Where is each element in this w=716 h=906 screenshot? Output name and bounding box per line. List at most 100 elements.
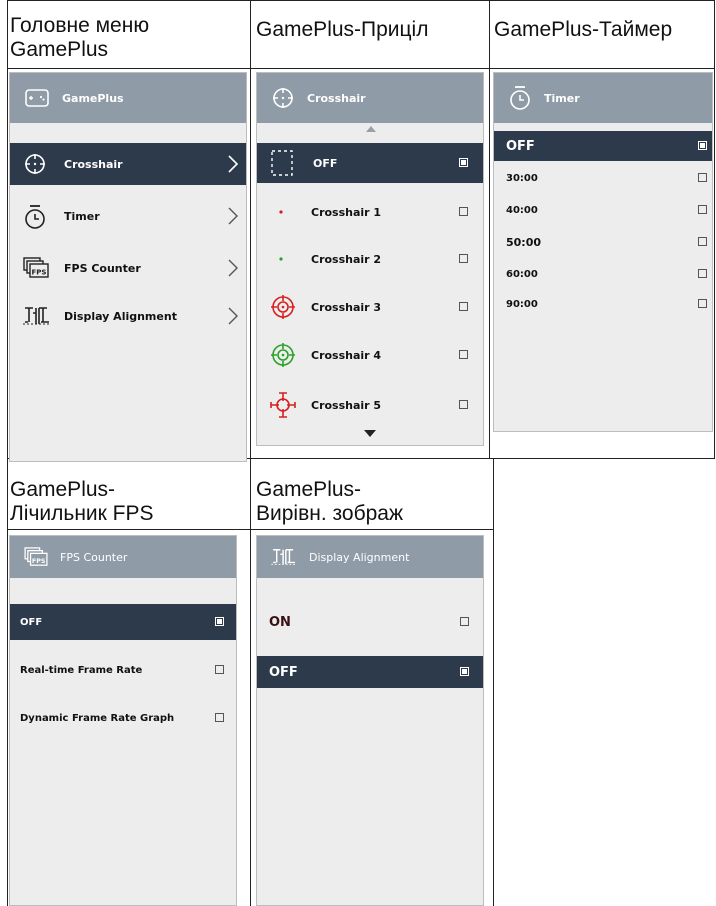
align-option-label: ON — [269, 614, 291, 630]
fps-menu-header: FPS FPS Counter — [10, 536, 236, 578]
checkbox-checked[interactable] — [698, 141, 707, 150]
checkbox[interactable] — [459, 254, 468, 263]
crosshair-option-3[interactable]: Crosshair 3 — [257, 287, 483, 327]
chevron-right-icon — [228, 155, 238, 173]
checkbox[interactable] — [698, 205, 707, 214]
checkbox[interactable] — [459, 302, 468, 311]
crosshair-3-target-icon — [270, 294, 296, 320]
timer-menu-title: Timer — [544, 91, 580, 105]
timer-option-30[interactable]: 30:00 — [494, 163, 712, 193]
caption-main-menu: Головне меню GamePlus — [10, 14, 150, 61]
main-menu-item-label: Crosshair — [64, 157, 123, 171]
gamepad-icon — [24, 87, 50, 109]
main-menu-item-crosshair[interactable]: Crosshair — [10, 143, 246, 185]
timer-option-label: 30:00 — [506, 172, 538, 184]
crosshair-menu-panel: Crosshair OFF Crosshair 1 Crosshair 2 Cr… — [256, 72, 484, 446]
crosshair-option-label: Crosshair 4 — [311, 348, 382, 362]
svg-text:FPS: FPS — [32, 558, 46, 565]
crosshair-option-label: Crosshair 3 — [311, 300, 382, 314]
checkbox[interactable] — [698, 269, 707, 278]
main-menu-item-label: FPS Counter — [64, 261, 141, 275]
table-border-col3 — [493, 459, 494, 906]
align-option-off[interactable]: OFF — [257, 656, 483, 688]
checkbox[interactable] — [698, 173, 707, 182]
main-menu-item-label: Timer — [64, 209, 100, 223]
main-menu-item-label: Display Alignment — [64, 309, 177, 323]
scroll-down-arrow-icon[interactable] — [364, 430, 376, 437]
dashed-square-icon — [271, 150, 293, 176]
checkbox[interactable] — [698, 237, 707, 246]
crosshair-icon — [271, 86, 295, 110]
timer-option-90[interactable]: 90:00 — [494, 289, 712, 319]
timer-option-60[interactable]: 60:00 — [494, 259, 712, 289]
caption-crosshair: GamePlus-Приціл — [256, 18, 429, 41]
caption-timer: GamePlus-Таймер — [494, 18, 673, 41]
timer-option-label: 40:00 — [506, 204, 538, 216]
fps-option-dynamic-graph[interactable]: Dynamic Frame Rate Graph — [10, 700, 236, 736]
alignment-icon — [23, 305, 51, 327]
timer-option-label: 50:00 — [506, 235, 542, 249]
fps-icon: FPS — [24, 547, 48, 567]
main-menu-item-timer[interactable]: Timer — [10, 195, 246, 237]
timer-option-label: 60:00 — [506, 268, 538, 280]
crosshair-option-5[interactable]: Crosshair 5 — [257, 385, 483, 425]
alignment-icon — [271, 547, 297, 567]
crosshair-option-2[interactable]: Crosshair 2 — [257, 239, 483, 279]
main-menu-panel: GamePlus Crosshair Timer FPS FPS Counter — [9, 72, 247, 462]
fps-option-off[interactable]: OFF — [10, 604, 236, 640]
crosshair-5-sight-icon — [269, 391, 297, 419]
checkbox[interactable] — [459, 207, 468, 216]
crosshair-option-off[interactable]: OFF — [257, 143, 483, 183]
timer-menu-header: Timer — [494, 73, 712, 123]
crosshair-2-dot-icon — [279, 257, 283, 261]
crosshair-option-1[interactable]: Crosshair 1 — [257, 192, 483, 232]
crosshair-option-label: Crosshair 2 — [311, 252, 382, 266]
align-menu-header: Display Alignment — [257, 536, 483, 578]
table-border-top — [7, 0, 715, 1]
timer-icon — [508, 85, 532, 111]
table-border-col1 — [250, 0, 251, 906]
table-border-caption1 — [7, 68, 715, 69]
caption-display-alignment: GamePlus- Вирівн. зображ — [256, 478, 404, 525]
checkbox[interactable] — [215, 713, 224, 722]
align-option-label: OFF — [269, 664, 298, 680]
chevron-right-icon — [228, 307, 238, 325]
timer-option-40[interactable]: 40:00 — [494, 195, 712, 225]
checkbox-checked[interactable] — [459, 158, 468, 167]
main-menu-item-fps-counter[interactable]: FPS FPS Counter — [10, 247, 246, 289]
crosshair-menu-header: Crosshair — [257, 73, 483, 123]
table-border-left — [7, 0, 8, 906]
checkbox[interactable] — [698, 299, 707, 308]
crosshair-menu-title: Crosshair — [307, 91, 366, 105]
checkbox[interactable] — [215, 665, 224, 674]
chevron-right-icon — [228, 259, 238, 277]
checkbox-checked[interactable] — [460, 667, 469, 676]
timer-icon — [23, 204, 47, 230]
timer-option-label: OFF — [506, 138, 535, 154]
main-menu-title: GamePlus — [62, 91, 124, 105]
fps-icon: FPS — [23, 257, 49, 279]
crosshair-icon — [23, 152, 47, 176]
crosshair-option-4[interactable]: Crosshair 4 — [257, 335, 483, 375]
fps-option-realtime[interactable]: Real-time Frame Rate — [10, 652, 236, 688]
align-option-on[interactable]: ON — [257, 604, 483, 640]
crosshair-option-label: Crosshair 1 — [311, 205, 382, 219]
caption-fps-counter: GamePlus- Лічильник FPS — [10, 478, 154, 525]
fps-menu-panel: FPS FPS Counter OFF Real-time Frame Rate… — [9, 535, 237, 906]
crosshair-option-label: OFF — [313, 156, 338, 170]
checkbox[interactable] — [459, 350, 468, 359]
checkbox-checked[interactable] — [215, 617, 224, 626]
scroll-up-arrow-icon[interactable] — [366, 126, 376, 132]
fps-option-label: Dynamic Frame Rate Graph — [20, 712, 175, 724]
timer-menu-panel: Timer OFF 30:00 40:00 50:00 60:00 90:00 — [493, 72, 713, 432]
crosshair-4-target-icon — [270, 342, 296, 368]
svg-text:FPS: FPS — [32, 269, 47, 277]
checkbox[interactable] — [459, 400, 468, 409]
timer-option-off[interactable]: OFF — [494, 131, 712, 161]
fps-option-label: OFF — [20, 616, 43, 628]
align-menu-title: Display Alignment — [309, 550, 410, 564]
main-menu-item-display-alignment[interactable]: Display Alignment — [10, 295, 246, 337]
checkbox[interactable] — [460, 617, 469, 626]
fps-menu-title: FPS Counter — [60, 550, 128, 564]
timer-option-50[interactable]: 50:00 — [494, 227, 712, 257]
